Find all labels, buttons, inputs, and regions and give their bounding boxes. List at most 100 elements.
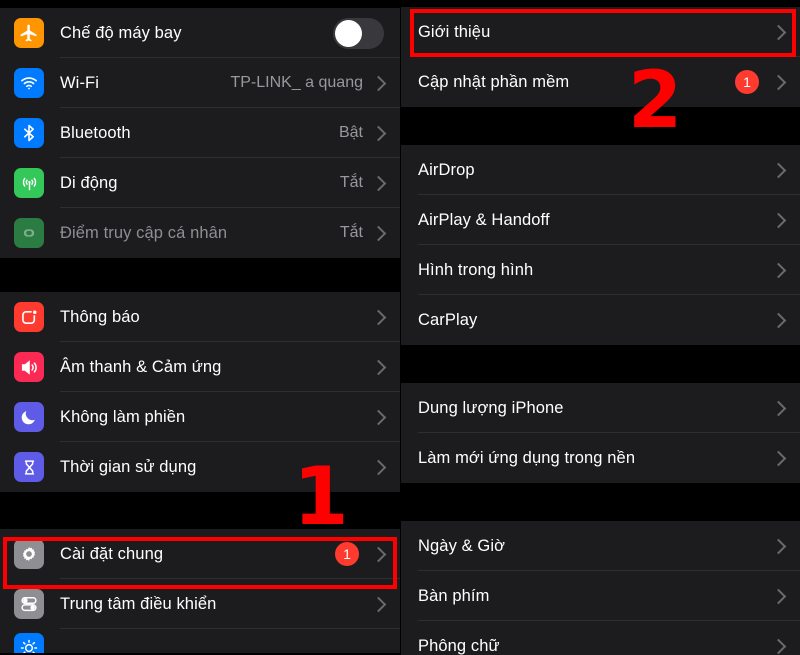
- settings-row-label: Thông báo: [60, 307, 140, 326]
- notifications-icon: [14, 302, 44, 332]
- control-center-icon: [14, 589, 44, 619]
- chevron-right-icon: [370, 359, 387, 375]
- chevron-right-icon: [370, 125, 387, 141]
- settings-row-label: Cập nhật phần mềm: [418, 72, 570, 91]
- settings-row-background-app-refresh[interactable]: Làm mới ứng dụng trong nền: [400, 433, 800, 483]
- settings-row-control-center[interactable]: Trung tâm điều khiển: [0, 579, 400, 629]
- settings-row-label: CarPlay: [418, 310, 478, 329]
- chevron-right-icon: [770, 638, 787, 654]
- top-spacer: [400, 0, 800, 7]
- settings-row-airplane-mode[interactable]: Chế độ máy bay: [0, 8, 400, 58]
- settings-row-bluetooth[interactable]: Bluetooth Bật: [0, 108, 400, 158]
- settings-row-label: Không làm phiền: [60, 407, 186, 426]
- settings-row-airdrop[interactable]: AirDrop: [400, 145, 800, 195]
- chevron-right-icon: [770, 162, 787, 178]
- chevron-right-icon: [770, 450, 787, 466]
- section-gap: [400, 107, 800, 145]
- chevron-right-icon: [770, 538, 787, 554]
- right-settings-panel: Giới thiệu Cập nhật phần mềm 1 AirDrop A…: [400, 0, 800, 655]
- chevron-right-icon: [370, 175, 387, 191]
- settings-row-label: AirPlay & Handoff: [418, 210, 550, 229]
- settings-row-fonts[interactable]: Phông chữ: [400, 621, 800, 655]
- settings-row-screen-time[interactable]: Thời gian sử dụng: [0, 442, 400, 492]
- settings-row-personal-hotspot[interactable]: Điểm truy cập cá nhân Tắt: [0, 208, 400, 258]
- right-group-datetime: Ngày & Giờ Bàn phím Phông chữ: [400, 521, 800, 655]
- chevron-right-icon: [370, 546, 387, 562]
- settings-row-value: TP-LINK_ a quang: [230, 74, 363, 91]
- chevron-right-icon: [770, 312, 787, 328]
- chevron-right-icon: [370, 225, 387, 241]
- sound-icon: [14, 352, 44, 382]
- badge-count: 1: [335, 542, 359, 566]
- settings-row-label: Chế độ máy bay: [60, 23, 182, 42]
- top-spacer: [0, 0, 400, 8]
- left-settings-panel: Chế độ máy bay Wi-Fi TP-LINK_ a quang Bl…: [0, 0, 400, 655]
- section-gap: [0, 258, 400, 292]
- settings-row-cellular[interactable]: Di động Tắt: [0, 158, 400, 208]
- hourglass-icon: [14, 452, 44, 482]
- cellular-icon: [14, 168, 44, 198]
- settings-row-carplay[interactable]: CarPlay: [400, 295, 800, 345]
- chevron-right-icon: [770, 24, 787, 40]
- settings-row-label: Thời gian sử dụng: [60, 457, 197, 476]
- settings-row-sounds-haptics[interactable]: Âm thanh & Cảm ứng: [0, 342, 400, 392]
- airplane-mode-toggle[interactable]: [333, 17, 384, 49]
- toggle-knob: [335, 19, 362, 47]
- settings-row-value: Tắt: [339, 174, 363, 191]
- airplane-icon: [14, 18, 44, 48]
- settings-row-value: Tắt: [339, 224, 363, 241]
- settings-row-keyboard[interactable]: Bàn phím: [400, 571, 800, 621]
- settings-row-software-update[interactable]: Cập nhật phần mềm 1: [400, 57, 800, 107]
- settings-row-value: Bật: [338, 124, 363, 141]
- settings-row-airplay-handoff[interactable]: AirPlay & Handoff: [400, 195, 800, 245]
- settings-row-wifi[interactable]: Wi-Fi TP-LINK_ a quang: [0, 58, 400, 108]
- section-gap: [400, 483, 800, 521]
- right-group-sharing: AirDrop AirPlay & Handoff Hình trong hìn…: [400, 145, 800, 345]
- settings-row-label: Dung lượng iPhone: [418, 398, 564, 417]
- settings-row-label: Ngày & Giờ: [418, 536, 506, 555]
- settings-row-notifications[interactable]: Thông báo: [0, 292, 400, 342]
- settings-row-display-brightness[interactable]: [0, 629, 400, 653]
- settings-row-general[interactable]: Cài đặt chung 1: [0, 529, 400, 579]
- section-gap: [0, 492, 400, 529]
- left-group-general: Cài đặt chung 1 Trung tâm điều khiển: [0, 529, 400, 653]
- left-group-alerts: Thông báo Âm thanh & Cảm ứng Không làm p…: [0, 292, 400, 492]
- settings-row-label: Wi-Fi: [60, 73, 99, 92]
- moon-icon: [14, 402, 44, 432]
- chevron-right-icon: [370, 409, 387, 425]
- settings-row-do-not-disturb[interactable]: Không làm phiền: [0, 392, 400, 442]
- settings-row-label: Bàn phím: [418, 586, 490, 605]
- settings-row-picture-in-picture[interactable]: Hình trong hình: [400, 245, 800, 295]
- chevron-right-icon: [370, 596, 387, 612]
- settings-row-label: Phông chữ: [418, 636, 500, 655]
- right-group-about: Giới thiệu Cập nhật phần mềm 1: [400, 7, 800, 107]
- badge-count: 1: [735, 70, 759, 94]
- hotspot-icon: [14, 218, 44, 248]
- settings-row-label: Di động: [60, 173, 118, 192]
- section-gap: [400, 345, 800, 383]
- right-group-storage: Dung lượng iPhone Làm mới ứng dụng trong…: [400, 383, 800, 483]
- display-icon: [14, 633, 44, 653]
- settings-row-about[interactable]: Giới thiệu: [400, 7, 800, 57]
- settings-row-label: Giới thiệu: [418, 22, 491, 41]
- wifi-icon: [14, 68, 44, 98]
- settings-row-label: Trung tâm điều khiển: [60, 594, 217, 613]
- bluetooth-icon: [14, 118, 44, 148]
- settings-row-label: Cài đặt chung: [60, 544, 164, 563]
- settings-row-label: Âm thanh & Cảm ứng: [60, 357, 222, 376]
- settings-row-label: Làm mới ứng dụng trong nền: [418, 448, 636, 467]
- settings-row-label: Điểm truy cập cá nhân: [60, 223, 228, 242]
- settings-row-label: AirDrop: [418, 160, 475, 179]
- chevron-right-icon: [770, 588, 787, 604]
- chevron-right-icon: [770, 212, 787, 228]
- chevron-right-icon: [770, 74, 787, 90]
- chevron-right-icon: [370, 75, 387, 91]
- gear-icon: [14, 539, 44, 569]
- panel-divider: [400, 0, 401, 655]
- settings-row-iphone-storage[interactable]: Dung lượng iPhone: [400, 383, 800, 433]
- settings-row-date-time[interactable]: Ngày & Giờ: [400, 521, 800, 571]
- chevron-right-icon: [370, 459, 387, 475]
- settings-row-label: Bluetooth: [60, 123, 131, 142]
- settings-row-label: Hình trong hình: [418, 260, 534, 279]
- chevron-right-icon: [770, 262, 787, 278]
